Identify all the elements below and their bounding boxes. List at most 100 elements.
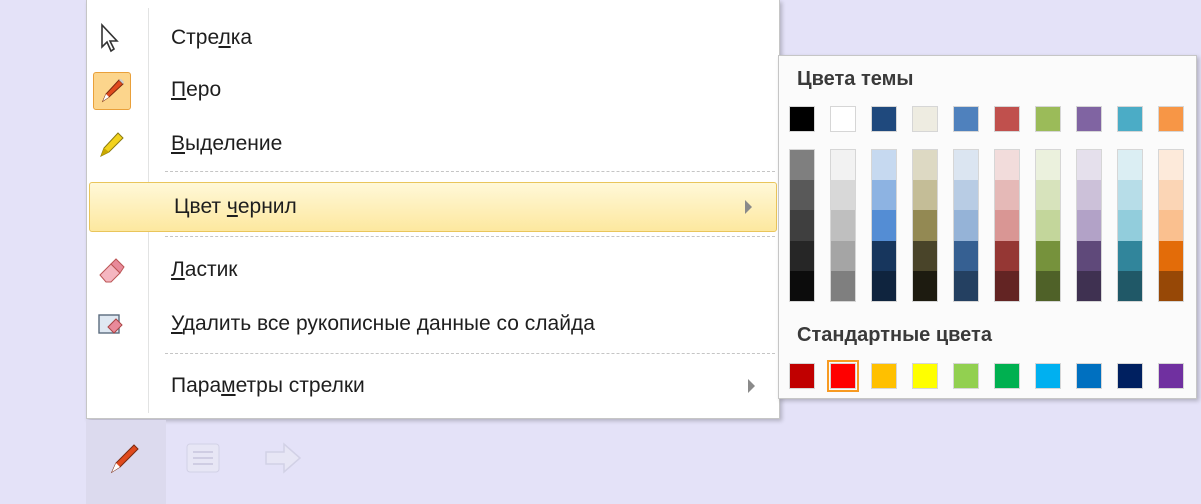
theme-shade-swatch[interactable] [954, 180, 978, 211]
theme-color-swatch[interactable] [1117, 106, 1143, 132]
theme-shade-swatch[interactable] [1118, 240, 1142, 271]
theme-shade-swatch[interactable] [831, 180, 855, 211]
slideshow-pen-button[interactable] [86, 420, 166, 504]
next-arrow-icon[interactable] [262, 440, 306, 476]
theme-shade-swatch[interactable] [1036, 150, 1060, 181]
theme-shade-swatch[interactable] [1077, 270, 1101, 301]
standard-color-swatch[interactable] [1076, 363, 1102, 389]
theme-shade-swatch[interactable] [1118, 180, 1142, 211]
theme-color-swatch[interactable] [994, 106, 1020, 132]
theme-shade-swatch[interactable] [995, 180, 1019, 211]
theme-color-swatch[interactable] [912, 106, 938, 132]
menu-item-label: Удалить все рукописные данные со слайда [171, 312, 595, 335]
theme-shade-swatch[interactable] [790, 270, 814, 301]
theme-shade-swatch[interactable] [872, 270, 896, 301]
theme-shade-swatch[interactable] [1159, 240, 1183, 271]
standard-color-swatch[interactable] [1117, 363, 1143, 389]
theme-color-swatch[interactable] [830, 106, 856, 132]
menu-item-ink-color[interactable]: Цвет чернил [89, 182, 777, 232]
theme-shade-swatch[interactable] [1036, 180, 1060, 211]
theme-shade-swatch[interactable] [954, 270, 978, 301]
theme-colors-title: Цвета темы [797, 68, 914, 90]
standard-color-swatch[interactable] [789, 363, 815, 389]
theme-shade-swatch[interactable] [872, 150, 896, 181]
standard-color-swatch[interactable] [953, 363, 979, 389]
theme-shade-swatch[interactable] [1036, 270, 1060, 301]
theme-shade-swatch[interactable] [872, 180, 896, 211]
menu-lines-icon[interactable] [183, 440, 223, 476]
theme-color-swatch[interactable] [789, 106, 815, 132]
menu-item-pen[interactable]: Перо [87, 66, 779, 114]
theme-shade-swatch[interactable] [1159, 150, 1183, 181]
theme-shade-column [871, 149, 897, 302]
theme-shade-swatch[interactable] [831, 210, 855, 241]
menu-item-label: Стрелка [171, 26, 253, 49]
theme-shade-column [994, 149, 1020, 302]
theme-shade-swatch[interactable] [995, 150, 1019, 181]
menu-item-label: Перо [171, 78, 222, 101]
menu-item-erase-all[interactable]: Удалить все рукописные данные со слайда [87, 300, 779, 348]
theme-shade-column [912, 149, 938, 302]
theme-shade-swatch[interactable] [1159, 210, 1183, 241]
theme-shade-swatch[interactable] [913, 150, 937, 181]
theme-shade-swatch[interactable] [1118, 210, 1142, 241]
theme-shade-swatch[interactable] [995, 240, 1019, 271]
eraser-icon [93, 252, 129, 288]
theme-shade-swatch[interactable] [790, 180, 814, 211]
theme-shade-swatch[interactable] [831, 270, 855, 301]
menu-separator [165, 171, 775, 172]
theme-shade-swatch[interactable] [790, 210, 814, 241]
theme-shade-swatch[interactable] [872, 210, 896, 241]
theme-color-swatch[interactable] [953, 106, 979, 132]
menu-item-highlighter[interactable]: Выделение [87, 120, 779, 168]
theme-shade-swatch[interactable] [1159, 270, 1183, 301]
theme-shade-swatch[interactable] [954, 150, 978, 181]
standard-color-swatch[interactable] [827, 360, 859, 392]
highlighter-icon [93, 126, 129, 162]
standard-color-swatch[interactable] [1035, 363, 1061, 389]
annotation-context-menu: Стрелка Перо Выделение Цвет чернил Ласти… [86, 0, 780, 419]
menu-item-label: Ластик [171, 258, 238, 281]
theme-shade-swatch[interactable] [1036, 240, 1060, 271]
theme-shade-swatch[interactable] [913, 210, 937, 241]
theme-shade-swatch[interactable] [1118, 270, 1142, 301]
theme-shade-swatch[interactable] [790, 240, 814, 271]
menu-item-arrow[interactable]: Стрелка [87, 14, 779, 62]
theme-shade-swatch[interactable] [1118, 150, 1142, 181]
theme-shade-swatch[interactable] [913, 180, 937, 211]
theme-shade-swatch[interactable] [954, 240, 978, 271]
menu-separator [165, 353, 775, 354]
theme-shade-swatch[interactable] [1077, 150, 1101, 181]
theme-shade-swatch[interactable] [1036, 210, 1060, 241]
standard-color-swatch[interactable] [871, 363, 897, 389]
theme-shade-swatch[interactable] [1077, 210, 1101, 241]
theme-shade-swatch[interactable] [831, 240, 855, 271]
theme-color-swatch[interactable] [1035, 106, 1061, 132]
standard-color-swatch[interactable] [912, 363, 938, 389]
menu-item-label: Цвет чернил [174, 195, 297, 218]
theme-shade-swatch[interactable] [954, 210, 978, 241]
theme-shade-swatch[interactable] [913, 240, 937, 271]
cursor-arrow-icon [93, 20, 129, 56]
theme-color-swatch[interactable] [871, 106, 897, 132]
theme-shade-swatch[interactable] [1159, 180, 1183, 211]
theme-shade-swatch[interactable] [872, 240, 896, 271]
theme-shade-swatch[interactable] [995, 270, 1019, 301]
theme-color-swatch[interactable] [1158, 106, 1184, 132]
submenu-arrow-icon [745, 200, 752, 214]
theme-shade-column [830, 149, 856, 302]
theme-shade-swatch[interactable] [831, 150, 855, 181]
menu-item-eraser[interactable]: Ластик [87, 246, 779, 294]
standard-color-swatch[interactable] [1158, 363, 1184, 389]
theme-color-swatch[interactable] [1076, 106, 1102, 132]
theme-shade-swatch[interactable] [1077, 180, 1101, 211]
theme-shade-swatch[interactable] [790, 150, 814, 181]
theme-shade-column [1035, 149, 1061, 302]
menu-item-arrow-options[interactable]: Параметры стрелки [87, 362, 779, 410]
menu-item-label: Выделение [171, 132, 283, 155]
standard-color-swatch[interactable] [994, 363, 1020, 389]
theme-shade-swatch[interactable] [913, 270, 937, 301]
theme-shade-swatch[interactable] [995, 210, 1019, 241]
standard-colors-title: Стандартные цвета [797, 324, 992, 346]
theme-shade-swatch[interactable] [1077, 240, 1101, 271]
